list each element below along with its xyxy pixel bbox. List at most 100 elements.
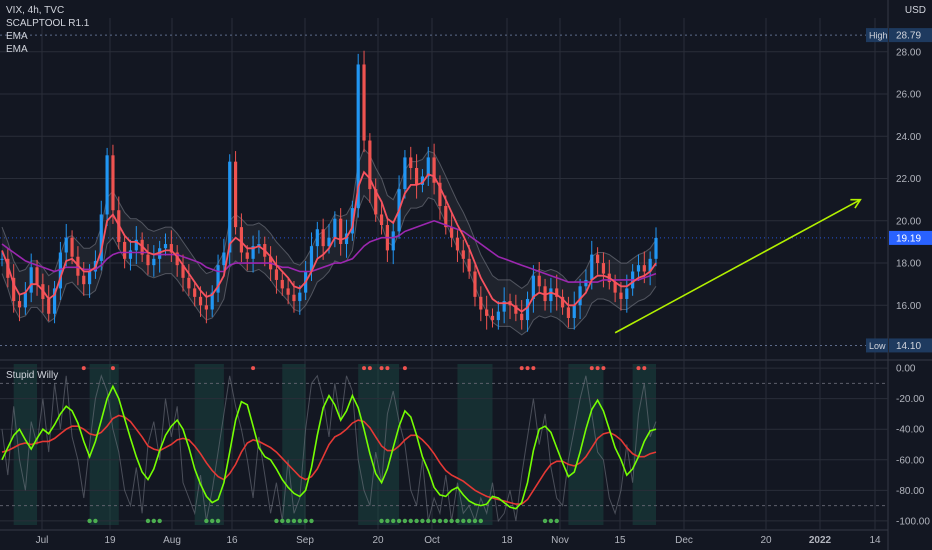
chart-legend: VIX, 4h, TVC SCALPTOOL R1.1 EMA EMA — [6, 4, 89, 56]
overbought-dot — [601, 366, 606, 371]
candle-body — [619, 292, 623, 299]
candle-body — [333, 218, 337, 238]
oscillator-zone — [568, 364, 604, 525]
x-tick-label: 14 — [869, 535, 881, 546]
oversold-dot — [431, 518, 437, 524]
candle-body — [64, 237, 68, 253]
x-tick-label: Jul — [36, 535, 49, 546]
oversold-dot — [309, 518, 314, 524]
candle-body — [29, 267, 33, 293]
candle-body — [105, 155, 109, 215]
candle-body — [520, 313, 524, 321]
x-tick-label: 15 — [614, 535, 626, 546]
osc-y-tick-label: 0.00 — [896, 364, 916, 375]
x-tick-label: 16 — [226, 535, 238, 546]
y-tick-label: 24.00 — [896, 132, 921, 143]
candle-body — [0, 258, 4, 260]
candle-body — [315, 229, 319, 247]
oversold-dot — [210, 518, 215, 524]
oversold-dot — [548, 518, 554, 524]
y-tick-label: 26.00 — [896, 90, 921, 101]
oversold-dot — [87, 518, 92, 524]
candle-body — [584, 279, 588, 287]
candle-body — [625, 288, 629, 299]
candle-body — [409, 157, 413, 168]
x-tick-label: 2022 — [809, 535, 832, 546]
candle-body — [391, 231, 395, 251]
oversold-dot — [204, 518, 209, 524]
candle-body — [239, 227, 244, 253]
x-tick-label: Sep — [296, 535, 314, 546]
overbought-dot — [642, 366, 647, 371]
candle-body — [233, 161, 238, 228]
candle-body — [490, 315, 495, 321]
oversold-dot — [379, 518, 384, 524]
candle-body — [280, 279, 284, 289]
x-tick-label: 20 — [760, 535, 772, 546]
candle-body — [461, 250, 465, 259]
oversold-dot — [472, 518, 478, 524]
oscillator-title[interactable]: Stupid Willy — [6, 370, 58, 381]
oversold-dot — [391, 518, 396, 524]
indicator-ema-1[interactable]: EMA — [6, 30, 89, 43]
oversold-dot — [455, 518, 460, 524]
candle-body — [496, 311, 500, 321]
osc-y-tick-label: -60.00 — [896, 455, 925, 466]
oversold-dot — [554, 518, 559, 524]
oversold-dot — [449, 518, 454, 524]
x-tick-label: Aug — [163, 535, 181, 546]
y-tick-label: 16.00 — [896, 301, 921, 312]
overbought-dot — [595, 366, 600, 371]
candle-body — [572, 305, 576, 318]
candle-body — [152, 258, 156, 266]
oversold-dot — [478, 518, 484, 524]
oversold-dot — [215, 518, 221, 524]
osc-y-tick-label: -100.00 — [896, 516, 930, 527]
oversold-dot — [297, 518, 303, 524]
overbought-dot — [589, 366, 594, 371]
candle-body — [636, 265, 641, 272]
oversold-dot — [542, 518, 548, 524]
symbol-title[interactable]: VIX, 4h, TVC — [6, 4, 89, 17]
osc-y-tick-label: -80.00 — [896, 486, 925, 497]
osc-y-tick-label: -40.00 — [896, 425, 925, 436]
overbought-dot — [525, 366, 530, 371]
low-value-label: 14.10 — [896, 341, 921, 352]
x-tick-label: 20 — [372, 535, 384, 546]
x-tick-label: Oct — [424, 535, 440, 546]
candle-body — [70, 237, 74, 257]
currency-label[interactable]: USD — [905, 5, 926, 16]
oversold-dot — [145, 518, 151, 524]
oversold-dot — [426, 518, 431, 524]
oversold-dot — [402, 518, 408, 524]
candle-body — [578, 286, 582, 306]
candle-body — [321, 229, 325, 247]
oscillator-zone — [358, 364, 400, 525]
candle-body — [274, 269, 279, 280]
candle-body — [654, 237, 658, 259]
candle-body — [566, 307, 571, 318]
oversold-dot — [285, 518, 291, 524]
trading-chart[interactable]: Jul 19 Aug 16 Sep 20 Oct 18 Nov 15 Dec 20 2022 14 16.0… — [0, 0, 932, 550]
high-value-label: 28.79 — [896, 31, 921, 42]
indicator-ema-2[interactable]: EMA — [6, 43, 89, 56]
candle-body — [596, 254, 600, 264]
candle-body — [163, 244, 168, 249]
overbought-dot — [379, 366, 384, 371]
overbought-dot — [362, 366, 367, 371]
low-tag-label: Low — [869, 341, 886, 351]
current-price-label: 19.19 — [896, 233, 921, 244]
candle-body — [403, 157, 407, 190]
candle-body — [467, 258, 471, 272]
overbought-dot — [402, 366, 407, 371]
candle-body — [193, 288, 197, 297]
indicator-scalptool[interactable]: SCALPTOOL R1.1 — [6, 17, 89, 30]
overbought-dot — [531, 366, 536, 371]
y-tick-label: 20.00 — [896, 216, 921, 227]
candle-body — [87, 271, 92, 285]
oversold-dot — [385, 518, 390, 524]
oscillator-zone — [282, 364, 306, 525]
candle-body — [286, 288, 290, 295]
candle-body — [198, 296, 203, 306]
candle-body — [537, 275, 541, 287]
